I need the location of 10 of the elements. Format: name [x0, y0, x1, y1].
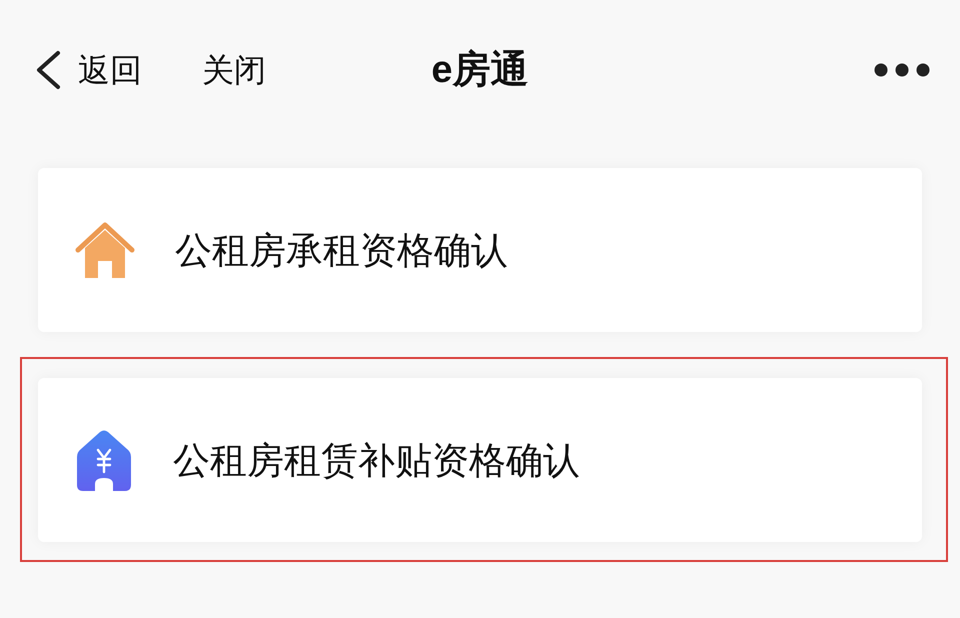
yen-house-icon [75, 429, 133, 491]
menu-card[interactable]: 公租房租赁补贴资格确认 [38, 378, 922, 542]
page-title: e房通 [431, 51, 529, 89]
more-dots-icon [874, 63, 930, 77]
house-icon [75, 221, 135, 279]
close-button[interactable]: 关闭 [202, 54, 266, 86]
more-button[interactable] [874, 63, 930, 77]
back-button[interactable]: 返回 [34, 50, 142, 90]
chevron-left-icon [34, 50, 62, 90]
menu-card[interactable]: 公租房承租资格确认 [38, 168, 922, 332]
